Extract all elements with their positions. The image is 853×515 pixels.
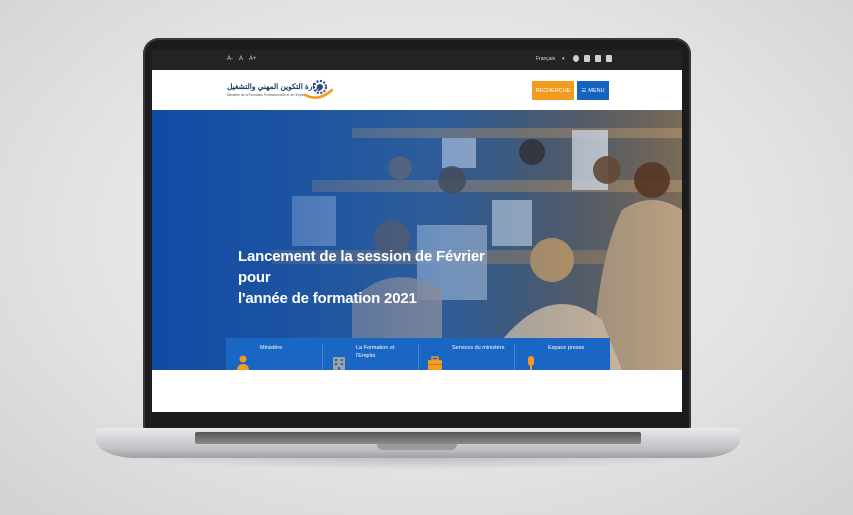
person-icon [237,355,249,370]
card-services[interactable]: Services du ministère [418,338,514,370]
facebook-icon[interactable] [573,55,579,62]
language-selector[interactable]: Français [536,56,555,62]
briefcase-icon [428,356,442,370]
building-icon [333,357,345,370]
card-ministere[interactable]: Ministère [226,338,322,370]
font-decrease-button[interactable]: A- [227,56,233,62]
card-label: La Formation et l'Emploi [356,345,395,359]
chevron-down-icon: ▾ [562,56,565,62]
card-label: Espace presse [548,345,585,351]
hero-banner[interactable]: Lancement de la session de Février pour … [152,110,682,370]
ministry-logo-icon[interactable] [303,76,333,102]
card-formation-emploi[interactable]: La Formation et l'Emploi [322,338,418,370]
browser-viewport: A- A A+ Français ▾ وزارة التكوين المهني … [152,50,682,412]
twitter-icon[interactable] [584,55,590,62]
rss-icon[interactable] [606,55,612,62]
card-label: Services du ministère [452,345,505,351]
page-content-area [152,370,682,412]
microphone-icon [528,356,534,370]
font-size-controls: A- A A+ [227,56,257,62]
card-label: Ministère [260,345,283,351]
laptop-hinge [195,432,641,444]
hero-headline-line2: l'année de formation 2021 [238,290,417,307]
quick-links-bar: Ministère La Formation et l'Emploi Servi… [226,338,610,370]
font-increase-button[interactable]: A+ [249,56,257,62]
site-header: وزارة التكوين المهني والتشغيل Ministère … [152,70,682,110]
social-links [573,55,612,62]
laptop-notch [377,444,457,450]
logo-french-text: Ministère de la Formation Professionnell… [227,93,306,97]
menu-button[interactable]: ☰ MENU [577,81,609,100]
font-reset-button[interactable]: A [239,56,243,62]
hamburger-icon: ☰ [581,87,587,94]
menu-label: MENU [588,87,605,94]
hero-headline-line1: Lancement de la session de Février pour [238,248,485,286]
laptop-shadow [120,456,716,470]
linkedin-icon[interactable] [595,55,601,62]
top-utility-bar: A- A A+ Français ▾ [152,50,682,70]
hero-headline[interactable]: Lancement de la session de Février pour … [238,246,508,309]
classroom-photo [152,110,682,370]
search-button[interactable]: RECHERCHE [532,81,574,100]
card-espace-presse[interactable]: Espace presse [514,338,610,370]
